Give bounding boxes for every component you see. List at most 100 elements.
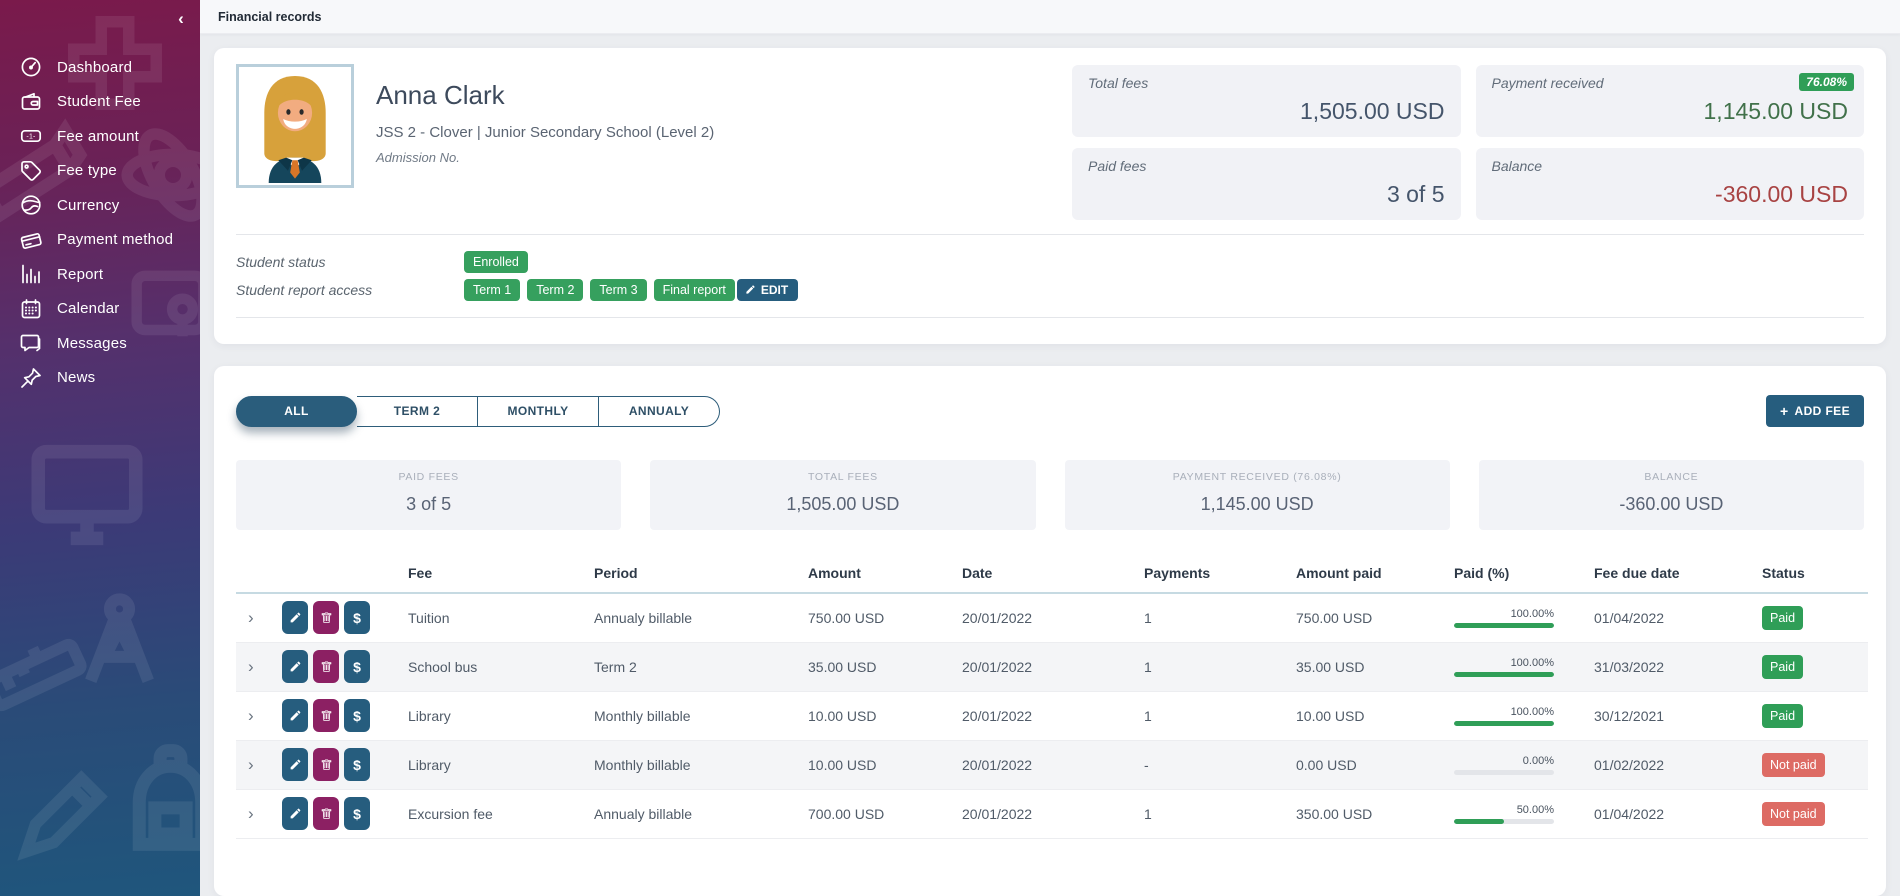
delete-fee-button[interactable] (313, 601, 339, 634)
stat-label: Balance (1492, 158, 1849, 174)
sidebar-item-fee-type[interactable]: Fee type (0, 154, 200, 189)
payment-fee-button[interactable]: $ (344, 699, 370, 732)
sidebar-item-report[interactable]: Report (0, 257, 200, 292)
paid-percent-label: 50.00% (1454, 804, 1554, 816)
paid-percent-label: 100.00% (1454, 657, 1554, 669)
edit-report-access-button[interactable]: EDIT (737, 279, 798, 301)
sidebar-item-label: Currency (57, 197, 119, 214)
bar-chart-icon (19, 262, 43, 286)
trash-icon (320, 709, 333, 722)
summary-value: 1,145.00 USD (1065, 494, 1450, 515)
row-expander-chevron-icon[interactable]: › (240, 657, 254, 676)
payment-fee-button[interactable]: $ (344, 797, 370, 830)
dashboard-gauge-icon (19, 55, 43, 79)
tab-annualy[interactable]: ANNUALY (599, 396, 720, 427)
student-avatar[interactable] (236, 64, 354, 188)
status-badge: Paid (1762, 606, 1803, 630)
row-expander-chevron-icon[interactable]: › (240, 755, 254, 774)
report-badge-term-2: Term 2 (527, 279, 583, 301)
sidebar-item-student-fee[interactable]: Student Fee (0, 85, 200, 120)
row-actions: $ (282, 601, 400, 634)
add-fee-button[interactable]: + ADD FEE (1766, 395, 1864, 427)
edit-fee-button[interactable] (282, 699, 308, 732)
status-badge: Paid (1762, 655, 1803, 679)
stat-card-balance: Balance -360.00 USD (1476, 148, 1865, 220)
stat-value: -360.00 USD (1492, 181, 1849, 208)
tab-monthly[interactable]: MONTHLY (478, 396, 599, 427)
paid-percent-cell: 100.00% (1450, 593, 1590, 642)
status-cell: Paid (1758, 691, 1868, 740)
svg-text:-1-: -1- (26, 134, 36, 141)
paid-progress-bar (1454, 770, 1554, 775)
fee-cell: Library (404, 740, 590, 789)
period-cell: Annualy billable (590, 789, 804, 838)
fee-due-date-cell: 01/02/2022 (1590, 740, 1758, 789)
dollar-icon: $ (353, 708, 361, 724)
fee-table-row: ›$LibraryMonthly billable10.00 USD20/01/… (236, 740, 1868, 789)
column-header-fee: Fee (404, 559, 590, 593)
edit-fee-button[interactable] (282, 650, 308, 683)
trash-icon (320, 758, 333, 771)
plus-icon: + (1780, 404, 1789, 418)
content: Anna Clark JSS 2 - Clover | Junior Secon… (200, 34, 1900, 896)
delete-fee-button[interactable] (313, 699, 339, 732)
sidebar-item-label: Fee amount (57, 128, 139, 145)
report-badge-final-report: Final report (654, 279, 735, 301)
report-badge-term-3: Term 3 (590, 279, 646, 301)
payment-fee-button[interactable]: $ (344, 650, 370, 683)
amount-cell: 10.00 USD (804, 691, 958, 740)
payment-fee-button[interactable]: $ (344, 748, 370, 781)
add-fee-label: ADD FEE (1795, 404, 1850, 418)
sidebar-item-payment-method[interactable]: Payment method (0, 223, 200, 258)
sidebar-item-label: Student Fee (57, 93, 141, 110)
edit-fee-button[interactable] (282, 748, 308, 781)
dollar-icon: $ (353, 659, 361, 675)
sidebar-item-fee-amount[interactable]: -1- Fee amount (0, 119, 200, 154)
report-access-label: Student report access (236, 282, 464, 298)
edit-fee-button[interactable] (282, 601, 308, 634)
payments-cell: 1 (1140, 593, 1292, 642)
payment-fee-button[interactable]: $ (344, 601, 370, 634)
paid-percent-cell: 50.00% (1450, 789, 1590, 838)
sidebar-nav: Dashboard Student Fee -1- Fee amount Fee typ… (0, 0, 200, 395)
row-expander-chevron-icon[interactable]: › (240, 706, 254, 725)
stat-card-total-fees: Total fees1,505.00 USD (1072, 65, 1461, 137)
row-expander-chevron-icon[interactable]: › (240, 608, 254, 627)
paid-progress-bar (1454, 672, 1554, 677)
status-cell: Not paid (1758, 740, 1868, 789)
row-expander-chevron-icon[interactable]: › (240, 804, 254, 823)
sidebar-item-messages[interactable]: Messages (0, 326, 200, 361)
fee-cell: School bus (404, 642, 590, 691)
status-rows: Student status Enrolled Student report a… (236, 235, 1864, 317)
delete-fee-button[interactable] (313, 748, 339, 781)
report-access-badges: Term 1Term 2Term 3Final report (464, 279, 735, 301)
fees-summary-row: PAID FEES3 of 5TOTAL FEES1,505.00 USDPAY… (236, 460, 1864, 530)
sidebar-item-calendar[interactable]: Calendar (0, 292, 200, 327)
calendar-icon (19, 297, 43, 321)
profile-stats-grid: Total fees1,505.00 USDPayment received76… (1072, 65, 1864, 220)
column-header-amount-paid: Amount paid (1292, 559, 1450, 593)
chevron-left-icon: ‹ (178, 9, 184, 29)
sidebar-item-label: News (57, 369, 95, 386)
stat-card-payment-received: Payment received76.08%1,145.00 USD (1476, 65, 1865, 137)
stat-value: 1,145.00 USD (1492, 98, 1849, 125)
student-profile-card: Anna Clark JSS 2 - Clover | Junior Secon… (214, 48, 1886, 344)
delete-fee-button[interactable] (313, 650, 339, 683)
column-header-payments: Payments (1140, 559, 1292, 593)
tab-term-2[interactable]: TERM 2 (357, 396, 478, 427)
fee-table-row: ›$Excursion feeAnnualy billable700.00 US… (236, 789, 1868, 838)
delete-fee-button[interactable] (313, 797, 339, 830)
period-cell: Term 2 (590, 642, 804, 691)
sidebar-collapse-button[interactable]: ‹ (170, 8, 192, 30)
edit-fee-button[interactable] (282, 797, 308, 830)
sidebar-item-dashboard[interactable]: Dashboard (0, 50, 200, 85)
sidebar-item-currency[interactable]: Currency (0, 188, 200, 223)
fees-card: ALLTERM 2MONTHLYANNUALY + ADD FEE PAID F… (214, 366, 1886, 896)
status-badge: Not paid (1762, 802, 1825, 826)
tab-all[interactable]: ALL (236, 396, 357, 427)
column-header-fee-due-date: Fee due date (1590, 559, 1758, 593)
trash-icon (320, 807, 333, 820)
fees-table: FeePeriodAmountDatePaymentsAmount paidPa… (236, 559, 1868, 839)
summary-label: TOTAL FEES (650, 471, 1035, 483)
sidebar-item-news[interactable]: News (0, 361, 200, 396)
